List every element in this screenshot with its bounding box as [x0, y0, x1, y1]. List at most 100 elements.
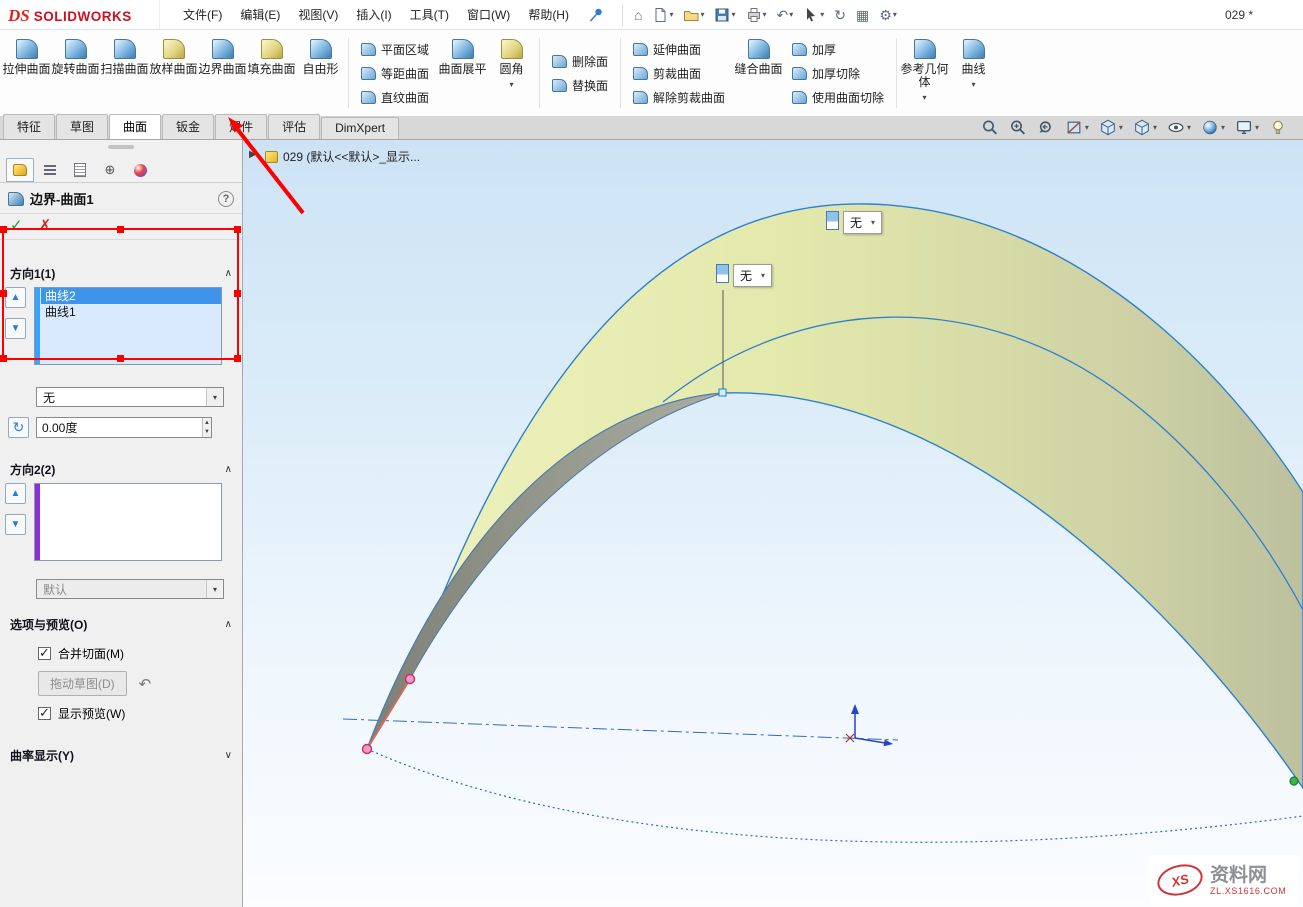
merge-faces-checkbox[interactable] — [38, 647, 51, 660]
menu-tools[interactable]: 工具(T) — [401, 1, 458, 28]
help-button[interactable]: ? — [218, 191, 234, 207]
reference-geometry-button[interactable]: 参考几何体▾ — [900, 32, 949, 114]
boundary-surface-button[interactable]: 边界曲面 — [198, 32, 247, 114]
tab-configurations[interactable] — [66, 158, 94, 182]
view-orientation-button[interactable]: ▾ — [1099, 119, 1123, 136]
freeform-button[interactable]: 自由形 — [296, 32, 345, 114]
lofted-surface-button[interactable]: 放样曲面 — [149, 32, 198, 114]
filled-surface-button[interactable]: 填充曲面 — [247, 32, 296, 114]
replace-face-button[interactable]: 替换面 — [552, 76, 608, 95]
sketch-point[interactable] — [406, 675, 415, 684]
flatten-surface-button[interactable]: 曲面展平 — [438, 32, 487, 114]
angle-input[interactable] — [37, 418, 202, 437]
untrim-surface-button[interactable]: 解除剪裁曲面 — [633, 88, 725, 107]
tangency-type-combo[interactable]: 无 ▾ — [36, 387, 224, 407]
select-button[interactable]: ▾ — [800, 5, 827, 25]
zoom-fit-button[interactable] — [981, 119, 999, 136]
display-style-button[interactable]: ▾ — [1133, 119, 1157, 136]
sketch-point[interactable] — [363, 745, 372, 754]
home-button[interactable]: ⌂ — [631, 5, 645, 25]
boundary-surface-preview[interactable] — [367, 204, 1303, 788]
menu-file[interactable]: 文件(F) — [174, 1, 231, 28]
menu-window[interactable]: 窗口(W) — [458, 1, 519, 28]
open-button[interactable]: ▾ — [680, 5, 707, 25]
pin-menu-icon[interactable] — [588, 7, 604, 23]
previous-view-button[interactable] — [1037, 119, 1055, 136]
tab-evaluate[interactable]: 评估 — [268, 114, 320, 139]
tab-features[interactable]: 特征 — [3, 114, 55, 139]
view-settings-button[interactable]: ▾ — [1235, 119, 1259, 136]
file-properties-button[interactable]: ▦ — [853, 5, 872, 25]
tab-dimxpert[interactable]: DimXpert — [321, 117, 399, 139]
curves-button[interactable]: 曲线▾ — [949, 32, 998, 114]
tab-sketch[interactable]: 草图 — [56, 114, 108, 139]
sketch-point-green[interactable] — [1290, 777, 1298, 785]
tab-sheet-metal[interactable]: 钣金 — [162, 114, 214, 139]
undo-button[interactable]: ↶▾ — [774, 5, 797, 25]
callout-attach-handle[interactable] — [719, 389, 726, 396]
list-item-curve1[interactable]: 曲线1 — [41, 304, 221, 320]
tab-feature-tree[interactable] — [36, 158, 64, 182]
trim-surface-button[interactable]: 剪裁曲面 — [633, 64, 725, 83]
tab-property-manager[interactable] — [6, 158, 34, 182]
feature-tree-flyout-arrow[interactable]: ▶ — [249, 149, 257, 160]
direction2-curve-list[interactable] — [34, 483, 222, 561]
direction1-curve-list[interactable]: 曲线2 曲线1 — [34, 287, 222, 365]
menu-help[interactable]: 帮助(H) — [519, 1, 578, 28]
spinner-up-button[interactable]: ▲ — [203, 418, 211, 428]
revolved-surface-button[interactable]: 旋转曲面 — [51, 32, 100, 114]
menu-insert[interactable]: 插入(I) — [347, 1, 400, 28]
list-item-curve2[interactable]: 曲线2 — [41, 288, 221, 304]
model-canvas[interactable] — [243, 140, 1303, 907]
tab-dimxpert-manager[interactable]: ⊕ — [96, 158, 124, 182]
direction1-header[interactable]: 方向1(1) ∧ — [0, 262, 242, 285]
thickened-cut-button[interactable]: 加厚切除 — [792, 64, 884, 83]
chevron-down-icon[interactable]: ▾ — [206, 388, 223, 406]
extruded-surface-button[interactable]: 拉伸曲面 — [2, 32, 51, 114]
edit-appearance-button[interactable]: ▾ — [1201, 119, 1225, 136]
undo-drag-icon[interactable]: ↶ — [139, 675, 152, 693]
offset-surface-button[interactable]: 等距曲面 — [361, 64, 429, 83]
save-button[interactable]: ▾ — [711, 5, 738, 25]
tangency-callout-dropdown[interactable]: 无 ▾ — [733, 264, 772, 287]
tangency-callout-dropdown[interactable]: 无 ▾ — [843, 211, 882, 234]
move-up-button[interactable]: ▲ — [5, 483, 26, 504]
extend-surface-button[interactable]: 延伸曲面 — [633, 40, 725, 59]
move-up-button[interactable]: ▲ — [5, 287, 26, 308]
show-preview-checkbox[interactable] — [38, 707, 51, 720]
connector-flag-icon[interactable] — [826, 211, 839, 230]
print-button[interactable]: ▾ — [743, 5, 770, 25]
zoom-area-button[interactable] — [1009, 119, 1027, 136]
sketch-edge[interactable] — [367, 679, 410, 749]
hide-show-items-button[interactable]: ▾ — [1167, 119, 1191, 136]
direction2-header[interactable]: 方向2(2) ∧ — [0, 458, 242, 481]
swept-surface-button[interactable]: 扫描曲面 — [100, 32, 149, 114]
graphics-viewport[interactable]: ▶ 029 (默认<<默认>_显示... 无 ▾ 无 ▾ XS 资料网 ZL.X… — [243, 140, 1303, 907]
options-header[interactable]: 选项与预览(O) ∧ — [0, 613, 242, 636]
move-down-button[interactable]: ▼ — [5, 318, 26, 339]
feature-tree-breadcrumb[interactable]: 029 (默认<<默认>_显示... — [265, 148, 420, 165]
cancel-button[interactable]: ✗ — [39, 218, 52, 234]
menu-view[interactable]: 视图(V) — [289, 1, 347, 28]
thicken-button[interactable]: 加厚 — [792, 40, 884, 59]
section-view-button[interactable]: ▾ — [1065, 119, 1089, 136]
tab-surfaces[interactable]: 曲面 — [109, 114, 161, 139]
ok-button[interactable]: ✓ — [10, 218, 23, 234]
drag-sketch-button[interactable]: 拖动草图(D) — [38, 671, 127, 696]
tab-weldments[interactable]: 焊件 — [215, 114, 267, 139]
direction2-type-combo[interactable]: 默认 ▾ — [36, 579, 224, 599]
knit-surface-button[interactable]: 缝合曲面 — [734, 32, 783, 114]
menu-edit[interactable]: 编辑(E) — [231, 1, 289, 28]
fillet-button[interactable]: 圆角▾ — [487, 32, 536, 114]
lighting-button[interactable] — [1269, 119, 1287, 136]
connector-flag-icon[interactable] — [716, 264, 729, 283]
chevron-down-icon[interactable]: ▾ — [206, 580, 223, 598]
spinner-down-button[interactable]: ▼ — [203, 428, 211, 438]
new-document-button[interactable]: ▾ — [649, 5, 676, 25]
options-button[interactable]: ⚙▾ — [876, 5, 900, 25]
tab-display-manager[interactable] — [126, 158, 154, 182]
planar-surface-button[interactable]: 平面区域 — [361, 40, 429, 59]
delete-face-button[interactable]: 删除面 — [552, 52, 608, 71]
ruled-surface-button[interactable]: 直纹曲面 — [361, 88, 429, 107]
cut-with-surface-button[interactable]: 使用曲面切除 — [792, 88, 884, 107]
